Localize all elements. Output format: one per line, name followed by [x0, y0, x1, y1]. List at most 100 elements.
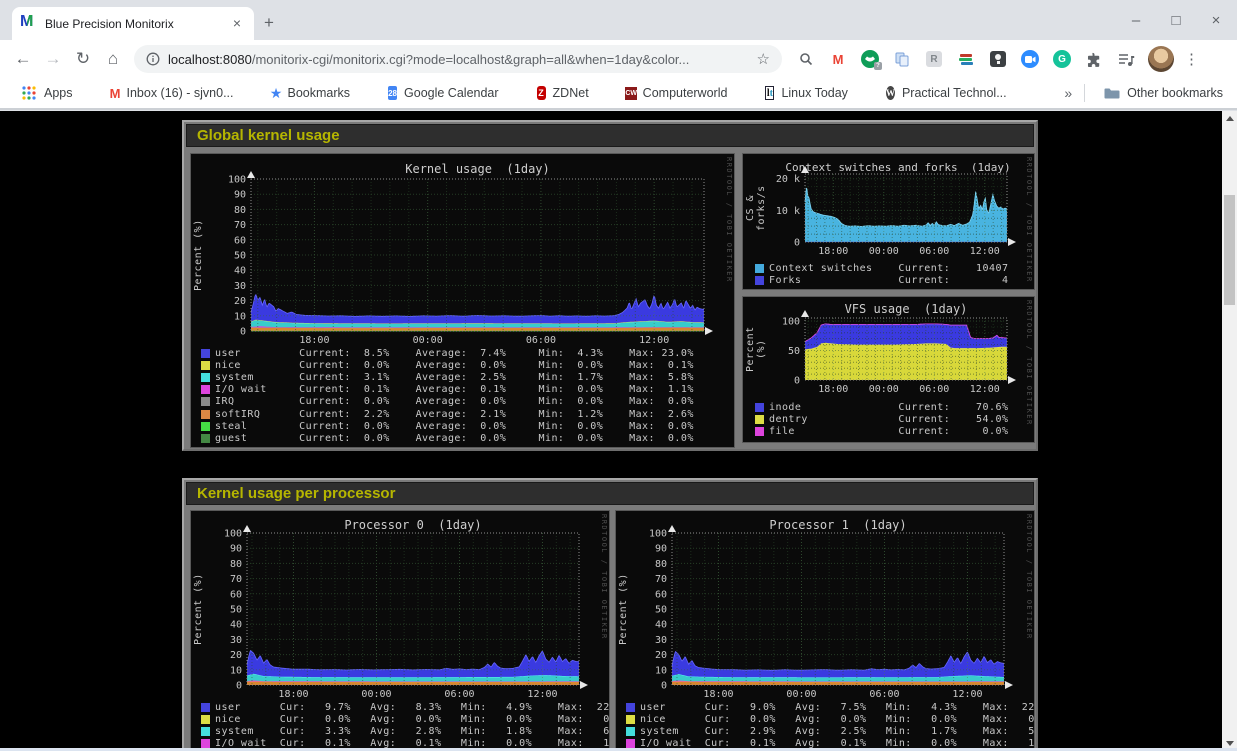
lt-icon: lt — [758, 85, 774, 101]
svg-text:40: 40 — [234, 266, 246, 277]
copy-pages-icon[interactable] — [892, 49, 912, 69]
profile-avatar[interactable] — [1148, 46, 1174, 72]
legend-text: Forks Current: 4 — [769, 275, 1008, 286]
bookmarks-list: Apps M Inbox (16) - sjvn0... ★Bookmarks 28Go… — [14, 85, 1031, 101]
svg-text:18:00: 18:00 — [703, 689, 733, 700]
legend-swatch — [201, 739, 210, 748]
bookmark-practical-technol-[interactable]: W Practical Technol... — [872, 85, 1007, 101]
zoom-icon[interactable] — [1020, 49, 1040, 69]
scrollbar-thumb[interactable] — [1224, 195, 1235, 305]
svg-text:0: 0 — [794, 238, 800, 249]
bookmark-apps[interactable]: Apps — [14, 85, 73, 101]
browser-titlebar: MM Blue Precision Monitorix × + –□ × — [0, 0, 1237, 40]
home-icon[interactable]: ⌂ — [98, 49, 128, 69]
grammarly-icon[interactable]: G — [1052, 49, 1072, 69]
svg-text:100: 100 — [224, 529, 242, 540]
bookmark-label: Practical Technol... — [902, 86, 1007, 100]
legend-swatch — [755, 403, 764, 412]
svg-text:30: 30 — [655, 635, 667, 646]
minimize-button[interactable]: – — [1123, 12, 1149, 29]
svg-text:0: 0 — [794, 376, 800, 387]
playlist-icon[interactable] — [1116, 49, 1136, 69]
svg-text:70: 70 — [230, 574, 242, 585]
other-bookmarks-button[interactable]: Other bookmarks — [1097, 85, 1223, 101]
bookmark-zdnet[interactable]: Z ZDNet — [523, 85, 589, 101]
svg-text:100: 100 — [782, 316, 800, 327]
legend-text: nice Cur: 0.0% Avg: 0.0% Min: 0.0% Max: … — [215, 714, 610, 725]
bookmark-google-calendar[interactable]: 28Google Calendar — [374, 85, 499, 101]
svg-text:90: 90 — [230, 544, 242, 555]
legend-swatch — [201, 410, 210, 419]
forward-icon[interactable]: → — [38, 49, 68, 69]
scrollbar-up-arrow[interactable] — [1222, 111, 1237, 126]
tab-title: Blue Precision Monitorix — [45, 17, 228, 31]
legend-text: system Cur: 2.9% Avg: 2.5% Min: 1.7% Max… — [640, 726, 1035, 737]
legend-swatch — [201, 361, 210, 370]
vfs-usage-graph[interactable]: VFS usage (1day) Percent (%) RRDTOOL / T… — [742, 296, 1035, 443]
reload-icon[interactable]: ↻ — [68, 49, 98, 69]
legend-swatch — [201, 349, 210, 358]
books-icon[interactable] — [956, 49, 976, 69]
legend-swatch — [626, 715, 635, 724]
keep-icon[interactable] — [988, 49, 1008, 69]
bookmark-star-icon[interactable]: ☆ — [757, 50, 770, 68]
legend-swatch — [201, 434, 210, 443]
gmail-icon: M — [104, 85, 120, 101]
url-text[interactable]: localhost:8080/monitorix-cgi/monitorix.c… — [168, 52, 749, 67]
svg-text:80: 80 — [234, 205, 246, 216]
r-extension-icon[interactable]: R — [924, 49, 944, 69]
folder-icon — [1104, 85, 1120, 101]
close-button[interactable]: × — [1203, 12, 1229, 29]
info-icon[interactable] — [146, 52, 160, 66]
bookmark-label: Inbox (16) - sjvn0... — [127, 86, 234, 100]
browser-menu-icon[interactable]: ⋮ — [1184, 50, 1199, 68]
zdnet-icon: Z — [530, 85, 546, 101]
legend-swatch — [626, 739, 635, 748]
tab-close-icon[interactable]: × — [228, 15, 246, 33]
new-tab-button[interactable]: + — [264, 14, 274, 31]
legend-swatch — [755, 276, 764, 285]
svg-text:20: 20 — [230, 650, 242, 661]
browser-tab[interactable]: MM Blue Precision Monitorix × — [12, 7, 254, 40]
gmail-icon[interactable]: M — [828, 49, 848, 69]
svg-text:80: 80 — [655, 559, 667, 570]
svg-text:06:00: 06:00 — [869, 689, 899, 700]
svg-text:18:00: 18:00 — [299, 335, 329, 346]
svg-text:40: 40 — [230, 620, 242, 631]
vertical-scrollbar[interactable] — [1222, 111, 1237, 751]
bookmarks-overflow-icon[interactable]: » — [1064, 85, 1072, 101]
legend-swatch — [201, 422, 210, 431]
back-icon[interactable]: ← — [8, 49, 38, 69]
processor-0-graph[interactable]: Processor 0 (1day) Percent (%) RRDTOOL /… — [190, 510, 610, 748]
search-icon[interactable] — [796, 49, 816, 69]
svg-text:100: 100 — [649, 529, 667, 540]
legend-row: Context switches Current: 10407 — [755, 262, 1008, 274]
context-switches-graph[interactable]: Context switches and forks (1day) CS & f… — [742, 153, 1035, 290]
voice-icon[interactable]: ? — [860, 49, 880, 69]
bookmark-linux-today[interactable]: ltLinux Today — [751, 85, 848, 101]
graph-legend: user Current: 8.5% Average: 7.4% Min: 4.… — [201, 347, 694, 445]
extension-icons: M? R G — [796, 49, 1136, 69]
svg-text:12:00: 12:00 — [970, 384, 1000, 395]
legend-row: dentry Current: 54.0% — [755, 413, 1008, 425]
legend-text: dentry Current: 54.0% — [769, 414, 1008, 425]
legend-text: Context switches Current: 10407 — [769, 263, 1008, 274]
processor-1-graph[interactable]: Processor 1 (1day) Percent (%) RRDTOOL /… — [615, 510, 1035, 748]
maximize-button[interactable]: □ — [1163, 12, 1189, 29]
browser-window: { "window_controls": [ {"name": "minimiz… — [0, 0, 1237, 751]
puzzle-icon[interactable] — [1084, 49, 1104, 69]
url-bar[interactable]: localhost:8080/monitorix-cgi/monitorix.c… — [134, 45, 782, 73]
kernel-usage-graph[interactable]: Kernel usage (1day) Percent (%) RRDTOOL … — [190, 153, 735, 448]
bookmark-inbox-16-sjvn0-[interactable]: M Inbox (16) - sjvn0... — [97, 85, 234, 101]
bookmarks-bar: Apps M Inbox (16) - sjvn0... ★Bookmarks 28Go… — [0, 78, 1237, 110]
legend-row: system Cur: 3.3% Avg: 2.8% Min: 1.8% Max… — [201, 725, 610, 737]
bookmark-bookmarks[interactable]: ★Bookmarks — [258, 85, 351, 101]
svg-text:12:00: 12:00 — [970, 246, 1000, 257]
wp-icon: W — [879, 85, 895, 101]
svg-text:06:00: 06:00 — [919, 384, 949, 395]
legend-text: steal Current: 0.0% Average: 0.0% Min: 0… — [215, 421, 694, 432]
svg-text:10: 10 — [655, 665, 667, 676]
svg-text:50: 50 — [234, 251, 246, 262]
bookmark-computerworld[interactable]: CWComputerworld — [613, 85, 728, 101]
bookmark-label: ZDNet — [553, 86, 589, 100]
